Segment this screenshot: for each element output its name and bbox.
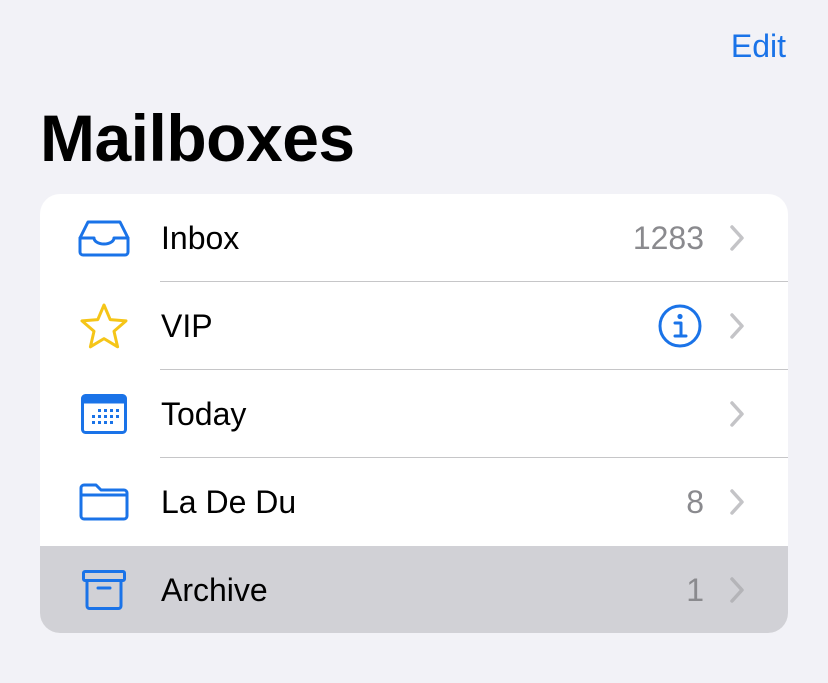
mailbox-row-vip[interactable]: VIP: [40, 282, 788, 370]
archive-box-icon: [76, 568, 132, 612]
edit-button[interactable]: Edit: [731, 26, 786, 66]
mailboxes-screen: Edit Mailboxes Inbox 1283 VIP Today La D…: [0, 0, 828, 683]
chevron-right-icon: [730, 489, 744, 515]
star-icon: [76, 303, 132, 349]
calendar-icon: [76, 392, 132, 436]
chevron-right-icon: [730, 577, 744, 603]
mailbox-row-archive[interactable]: Archive 1: [40, 546, 788, 633]
unread-count: 1283: [632, 220, 704, 256]
mailbox-label: Today: [161, 396, 247, 432]
mailbox-label: Inbox: [161, 220, 240, 256]
mailbox-label: VIP: [161, 308, 213, 344]
mailbox-row-inbox[interactable]: Inbox 1283: [40, 194, 788, 282]
chevron-right-icon: [730, 225, 744, 251]
folder-icon: [76, 480, 132, 524]
mailbox-row-today[interactable]: Today: [40, 370, 788, 458]
chevron-right-icon: [730, 313, 744, 339]
mailbox-list: Inbox 1283 VIP Today La De Du 8 Archive …: [40, 194, 788, 633]
unread-count: 1: [686, 572, 704, 608]
unread-count: 8: [686, 484, 704, 520]
inbox-tray-icon: [76, 216, 132, 260]
page-title: Mailboxes: [40, 101, 355, 175]
chevron-right-icon: [730, 401, 744, 427]
mailbox-label: La De Du: [161, 484, 297, 520]
mailbox-label: Archive: [161, 572, 268, 608]
info-icon[interactable]: [658, 304, 702, 348]
mailbox-row-la-de-du[interactable]: La De Du 8: [40, 458, 788, 546]
